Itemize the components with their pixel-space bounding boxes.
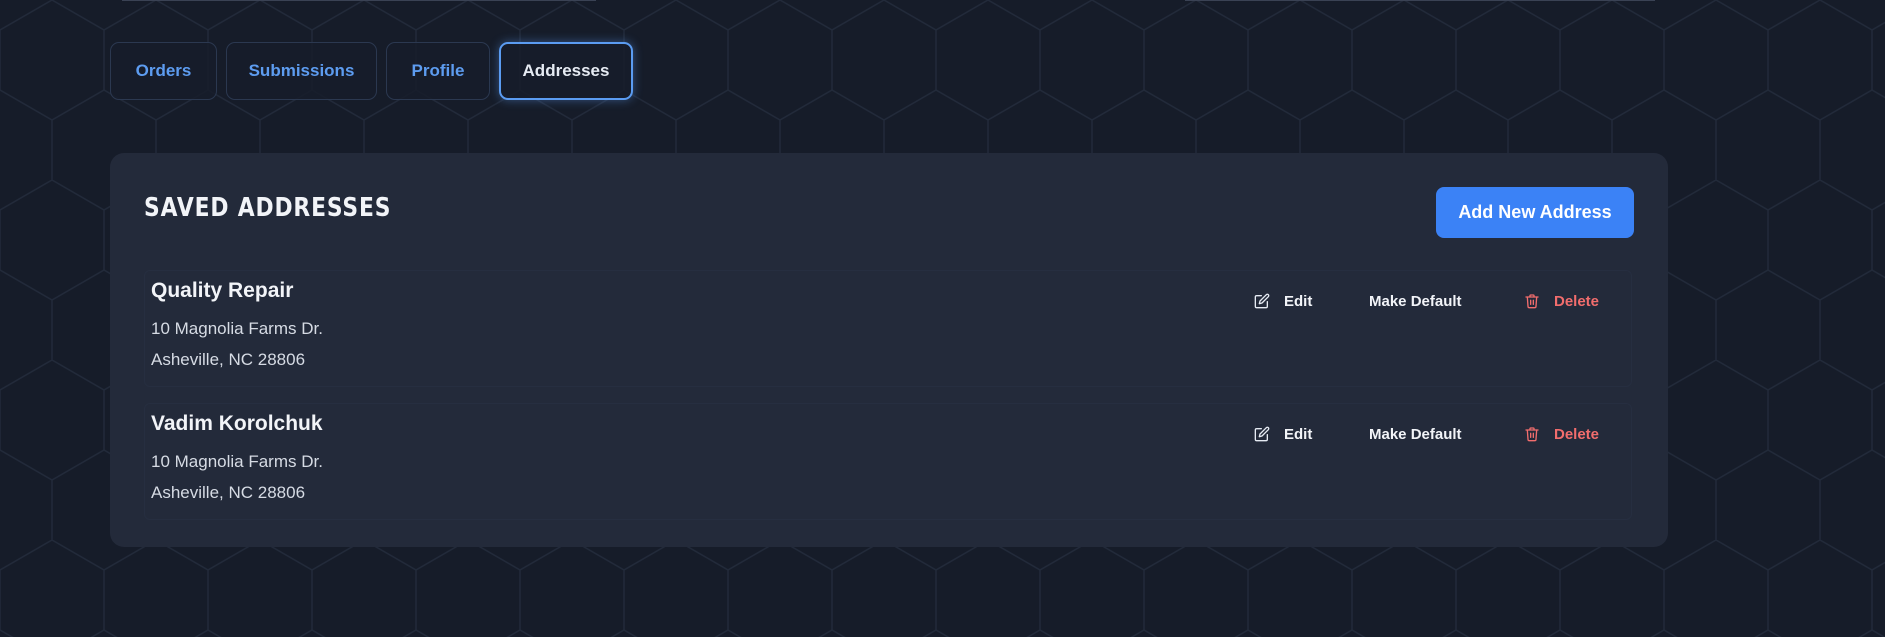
saved-addresses-card: SAVED ADDRESSES Add New Address Quality … [110,153,1668,547]
tab-orders[interactable]: Orders [110,42,217,100]
tab-profile[interactable]: Profile [386,42,490,100]
address-city-state-zip: Asheville, NC 28806 [151,483,306,502]
delete-label: Delete [1554,292,1600,310]
delete-address-button[interactable]: Delete [1524,293,1599,310]
tab-addresses[interactable]: Addresses [499,42,633,100]
make-default-button[interactable]: Make Default [1369,293,1524,310]
address-item: Quality Repair 10 Magnolia Farms Dr. Ash… [144,270,1632,387]
address-street: 10 Magnolia Farms Dr. [151,319,323,338]
edit-address-button[interactable]: Edit [1254,426,1369,443]
make-default-label: Make Default [1369,292,1462,310]
delete-label: Delete [1554,425,1600,443]
delete-address-button[interactable]: Delete [1524,426,1599,443]
make-default-button[interactable]: Make Default [1369,426,1524,443]
tab-submissions[interactable]: Submissions [226,42,377,100]
edit-address-button[interactable]: Edit [1254,293,1369,310]
trash-icon [1525,427,1539,442]
edit-icon [1254,426,1270,442]
edit-label: Edit [1284,292,1313,310]
address-name: Vadim Korolchuk [151,412,323,435]
edit-label: Edit [1284,425,1313,443]
address-street: 10 Magnolia Farms Dr. [151,452,323,471]
address-list: Quality Repair 10 Magnolia Farms Dr. Ash… [144,270,1632,536]
make-default-label: Make Default [1369,425,1462,443]
address-actions: Edit Make Default Delete [1254,289,1599,313]
address-actions: Edit Make Default Delete [1254,422,1599,446]
top-divider-left [122,0,596,1]
address-item: Vadim Korolchuk 10 Magnolia Farms Dr. As… [144,403,1632,520]
add-new-address-button[interactable]: Add New Address [1436,187,1634,238]
address-city-state-zip: Asheville, NC 28806 [151,350,306,369]
edit-icon [1254,293,1270,309]
page-title: SAVED ADDRESSES [144,193,392,223]
address-name: Quality Repair [151,279,294,302]
trash-icon [1525,294,1539,309]
top-divider-right [1185,0,1655,1]
account-tabs: Orders Submissions Profile Addresses [110,42,633,100]
